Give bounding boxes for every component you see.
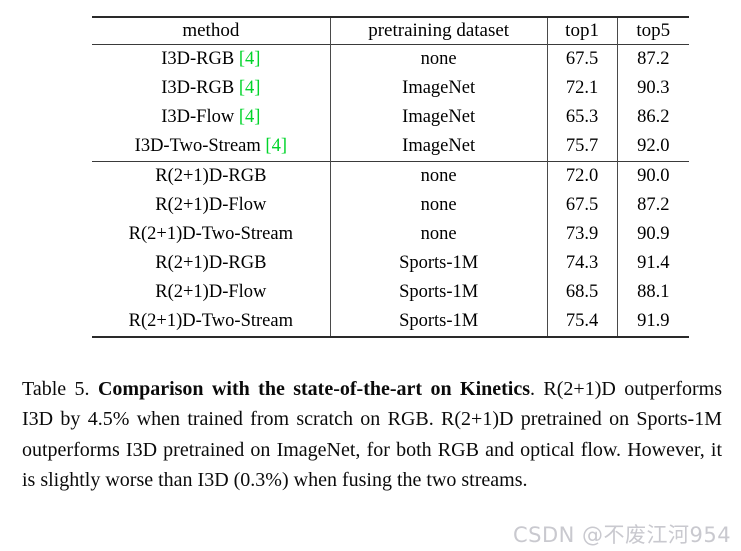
cell-method: R(2+1)D-RGB: [92, 161, 331, 192]
cell-method: R(2+1)D-Two-Stream: [92, 220, 330, 249]
cell-method: I3D-RGB [4]: [92, 44, 331, 75]
cell-top5: 87.2: [616, 44, 689, 75]
cell-top5: 86.2: [616, 103, 689, 133]
citation-link[interactable]: [4]: [239, 49, 261, 69]
table-row: I3D-RGB [4] none 67.5 87.2: [92, 44, 689, 75]
table-row: R(2+1)D-RGB Sports-1M 74.3 91.4: [92, 249, 689, 279]
table-row: R(2+1)D-Two-Stream Sports-1M 75.4 91.9: [92, 307, 689, 339]
table-row: I3D-RGB [4] ImageNet 72.1 90.3: [92, 74, 689, 104]
table-row: R(2+1)D-Flow none 67.5 87.2: [92, 191, 689, 221]
cell-top5: 92.0: [616, 132, 689, 162]
cell-top1: 73.9: [546, 220, 617, 250]
citation-link[interactable]: [4]: [239, 78, 261, 98]
column-header-top1: top1: [546, 16, 617, 45]
table-row: R(2+1)D-RGB none 72.0 90.0: [92, 161, 689, 192]
cell-top1: 74.3: [546, 249, 617, 279]
cell-top1: 72.0: [546, 161, 617, 192]
cell-pretraining-dataset: ImageNet: [329, 74, 548, 104]
cell-top5: 88.1: [616, 278, 689, 308]
cell-top1: 75.4: [546, 307, 617, 339]
column-header-pretraining-dataset: pretraining dataset: [329, 16, 548, 45]
citation-link[interactable]: [4]: [265, 136, 287, 156]
table-figure: method pretraining dataset top1 top5 I3D…: [92, 16, 689, 339]
table-header-row: method pretraining dataset top1 top5: [92, 16, 689, 45]
column-header-top5: top5: [616, 16, 689, 45]
method-name: I3D-Flow: [161, 106, 235, 127]
cell-method: I3D-Two-Stream [4]: [92, 132, 330, 162]
caption-label: Table 5.: [22, 378, 98, 400]
cell-top5: 91.9: [616, 307, 689, 339]
results-table: method pretraining dataset top1 top5 I3D…: [92, 16, 689, 339]
cell-top1: 75.7: [546, 132, 617, 162]
csdn-watermark: CSDN @不废江河954: [513, 523, 732, 547]
cell-method: R(2+1)D-RGB: [92, 249, 330, 278]
column-header-method: method: [92, 16, 331, 45]
cell-pretraining-dataset: none: [329, 161, 548, 192]
cell-pretraining-dataset: ImageNet: [329, 132, 548, 162]
cell-pretraining-dataset: ImageNet: [329, 103, 548, 133]
citation-link[interactable]: [4]: [239, 107, 261, 127]
table-caption: Table 5. Comparison with the state-of-th…: [22, 374, 722, 496]
cell-method: I3D-Flow [4]: [92, 103, 330, 132]
cell-top1: 67.5: [546, 191, 617, 221]
caption-title: Comparison with the state-of-the-art on …: [97, 378, 531, 400]
table-row: R(2+1)D-Two-Stream none 73.9 90.9: [92, 220, 689, 250]
table-row: I3D-Flow [4] ImageNet 65.3 86.2: [92, 103, 689, 133]
cell-pretraining-dataset: Sports-1M: [329, 249, 548, 279]
method-name: I3D-RGB: [161, 48, 235, 69]
method-name: I3D-RGB: [161, 77, 235, 98]
method-name: R(2+1)D-Flow: [155, 194, 267, 215]
cell-top1: 72.1: [546, 74, 617, 104]
table-row: I3D-Two-Stream [4] ImageNet 75.7 92.0: [92, 132, 689, 162]
method-name: R(2+1)D-Two-Stream: [128, 223, 293, 244]
cell-method: R(2+1)D-Flow: [92, 191, 330, 220]
cell-pretraining-dataset: Sports-1M: [329, 307, 548, 339]
cell-top5: 87.2: [616, 191, 689, 221]
cell-pretraining-dataset: none: [329, 44, 548, 75]
method-name: R(2+1)D-Flow: [155, 281, 267, 302]
cell-top5: 90.3: [616, 74, 689, 104]
table-body: I3D-RGB [4] none 67.5 87.2 I3D-RGB [4] ImageN…: [92, 44, 689, 339]
cell-pretraining-dataset: none: [329, 220, 548, 250]
cell-pretraining-dataset: Sports-1M: [329, 278, 548, 308]
table-row: R(2+1)D-Flow Sports-1M 68.5 88.1: [92, 278, 689, 308]
cell-top1: 67.5: [546, 44, 617, 75]
cell-top5: 90.0: [616, 161, 689, 192]
cell-top1: 68.5: [546, 278, 617, 308]
method-name: R(2+1)D-Two-Stream: [128, 310, 293, 331]
cell-method: R(2+1)D-Flow: [92, 278, 330, 307]
cell-top5: 90.9: [616, 220, 689, 250]
table-header: method pretraining dataset top1 top5: [92, 16, 689, 45]
cell-method: I3D-RGB [4]: [92, 74, 330, 103]
cell-method: R(2+1)D-Two-Stream: [92, 307, 331, 339]
cell-top1: 65.3: [546, 103, 617, 133]
cell-top5: 91.4: [616, 249, 689, 279]
method-name: I3D-Two-Stream: [134, 135, 261, 156]
method-name: R(2+1)D-RGB: [155, 252, 267, 273]
cell-pretraining-dataset: none: [329, 191, 548, 221]
method-name: R(2+1)D-RGB: [155, 165, 267, 186]
